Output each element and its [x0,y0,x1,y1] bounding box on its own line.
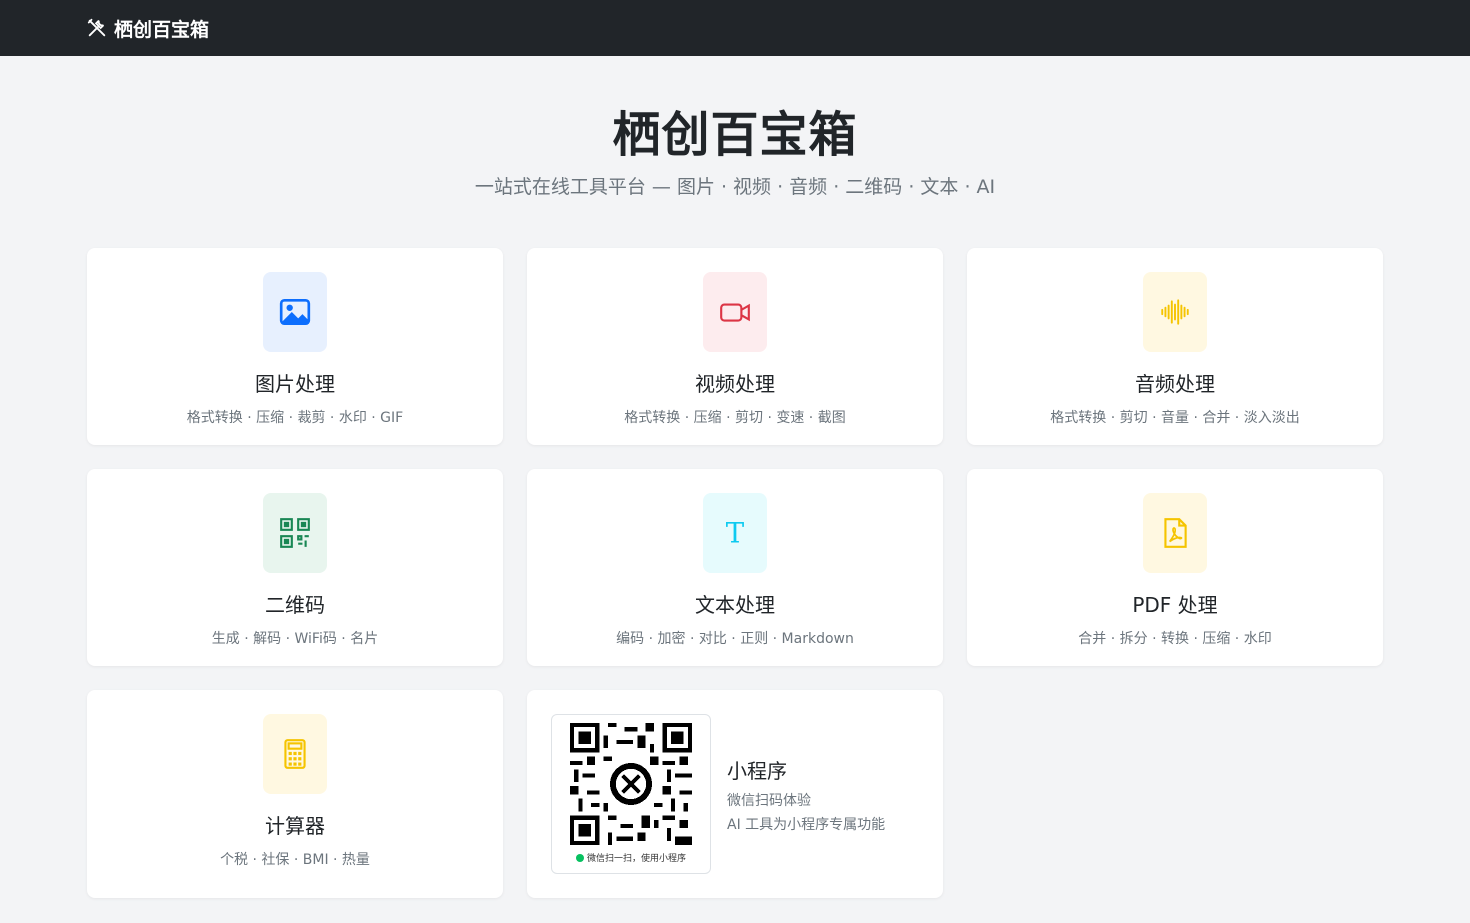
pdf-file-icon [1143,493,1207,573]
svg-text:T: T [726,517,745,550]
card-title: 文本处理 [695,593,775,617]
brand-link[interactable]: 栖创百宝箱 [86,15,209,42]
card-title: PDF 处理 [1132,593,1218,617]
tool-card-qrcode[interactable]: 二维码 生成 · 解码 · WiFi码 · 名片 [87,469,503,666]
card-desc: 合并 · 拆分 · 转换 · 压缩 · 水印 [1078,631,1272,647]
card-title: 图片处理 [255,372,335,396]
image-icon [263,272,327,352]
card-title: 二维码 [265,593,325,617]
tool-grid: 图片处理 格式转换 · 压缩 · 裁剪 · 水印 · GIF 视频处理 格式转换… [87,248,1383,898]
page-subtitle: 一站式在线工具平台 — 图片 · 视频 · 音频 · 二维码 · 文本 · AI [474,176,996,198]
mini-program-line2: AI 工具为小程序专属功能 [727,816,886,833]
top-navbar: 栖创百宝箱 [0,0,1470,56]
qr-code-image [570,723,692,845]
mini-program-info: 小程序 微信扫码体验 AI 工具为小程序专属功能 [727,755,885,834]
tool-card-calculator[interactable]: 计算器 个税 · 社保 · BMI · 热量 [87,690,503,898]
tools-icon [87,18,106,37]
brand-name: 栖创百宝箱 [114,18,210,41]
card-desc: 格式转换 · 剪切 · 音量 · 合并 · 淡入淡出 [1050,410,1300,426]
text-icon: T [703,493,767,573]
calculator-icon [263,714,327,794]
tool-card-image[interactable]: 图片处理 格式转换 · 压缩 · 裁剪 · 水印 · GIF [87,248,503,445]
mini-program-line1: 微信扫码体验 [727,792,811,809]
card-desc: 格式转换 · 压缩 · 剪切 · 变速 · 截图 [624,410,846,426]
mini-program-title: 小程序 [727,758,787,783]
qr-caption: 微信扫一扫，使用小程序 [575,851,686,864]
wechat-icon [575,853,584,862]
video-camera-icon [703,272,767,352]
card-desc: 生成 · 解码 · WiFi码 · 名片 [211,631,379,647]
tool-card-audio[interactable]: 音频处理 格式转换 · 剪切 · 音量 · 合并 · 淡入淡出 [967,248,1383,445]
card-title: 音频处理 [1135,372,1215,396]
hero-section: 栖创百宝箱 一站式在线工具平台 — 图片 · 视频 · 音频 · 二维码 · 文… [0,56,1470,248]
qr-code-icon [263,493,327,573]
tool-card-pdf[interactable]: PDF 处理 合并 · 拆分 · 转换 · 压缩 · 水印 [967,469,1383,666]
tool-card-text[interactable]: T 文本处理 编码 · 加密 · 对比 · 正则 · Markdown [527,469,943,666]
card-desc: 格式转换 · 压缩 · 裁剪 · 水印 · GIF [186,410,404,426]
page-title: 栖创百宝箱 [612,107,858,163]
card-title: 视频处理 [695,372,775,396]
soundwave-icon [1143,272,1207,352]
qr-caption-text: 微信扫一扫，使用小程序 [586,854,686,864]
mini-program-qr: 微信扫一扫，使用小程序 [551,714,711,874]
mini-program-card: 微信扫一扫，使用小程序 小程序 微信扫码体验 AI 工具为小程序专属功能 [527,690,943,898]
tool-card-video[interactable]: 视频处理 格式转换 · 压缩 · 剪切 · 变速 · 截图 [527,248,943,445]
card-desc: 编码 · 加密 · 对比 · 正则 · Markdown [616,631,854,647]
card-desc: 个税 · 社保 · BMI · 热量 [220,852,370,868]
card-title: 计算器 [265,814,325,838]
